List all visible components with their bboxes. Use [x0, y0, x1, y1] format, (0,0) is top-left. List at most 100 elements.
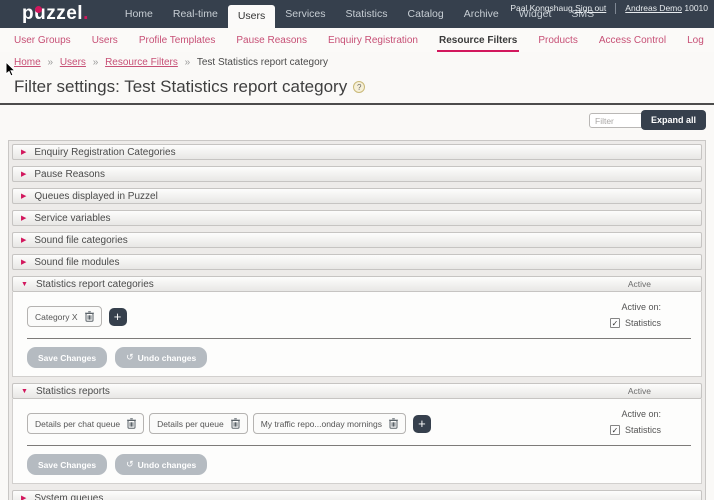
section-sound-file-categories: ▶ Sound file categories	[12, 232, 702, 248]
page-title: Filter settings: Test Statistics report …	[14, 77, 347, 97]
section-pause-reasons: ▶ Pause Reasons	[12, 166, 702, 182]
account-name-link[interactable]: Andreas Demo	[625, 3, 682, 13]
subnav-item-enquiry-registration[interactable]: Enquiry Registration	[328, 35, 418, 46]
section-header[interactable]: ▶ Sound file modules	[12, 254, 702, 270]
app-window: puzzel. Home Real-time Users Services St…	[0, 0, 714, 500]
title-row: Filter settings: Test Statistics report …	[14, 77, 714, 97]
statistics-checkbox[interactable]: ✓	[610, 425, 620, 435]
breadcrumb-link-users[interactable]: Users	[60, 57, 86, 68]
undo-changes-label: Undo changes	[138, 353, 197, 363]
collapsed-triangle-icon: ▶	[21, 215, 26, 222]
statistics-checkbox-row[interactable]: ✓ Statistics	[610, 318, 661, 328]
collapsed-triangle-icon: ▶	[21, 259, 26, 266]
subnav-item-profile-templates[interactable]: Profile Templates	[139, 35, 216, 46]
section-statistics-reports: ▼ Statistics reports Active Details per …	[12, 383, 702, 484]
active-on-label: Active on:	[610, 409, 661, 419]
report-list: Details per chat queue Details per queue…	[19, 405, 431, 438]
collapsed-triangle-icon: ▶	[21, 193, 26, 200]
section-statistics-report-categories: ▼ Statistics report categories Active Ca…	[12, 276, 702, 377]
active-on-panel: Active on: ✓ Statistics	[610, 298, 661, 328]
statistics-checkbox[interactable]: ✓	[610, 318, 620, 328]
section-header[interactable]: ▶ Pause Reasons	[12, 166, 702, 182]
report-item-label: Details per queue	[157, 419, 224, 429]
statistics-checkbox-row[interactable]: ✓ Statistics	[610, 425, 661, 435]
breadcrumb-link-resource-filters[interactable]: Resource Filters	[105, 57, 178, 68]
section-divider	[27, 445, 691, 446]
section-sound-file-modules: ▶ Sound file modules	[12, 254, 702, 270]
report-item[interactable]: Details per queue	[149, 413, 248, 434]
section-title: Statistics reports	[36, 386, 110, 397]
subnav-item-pause-reasons[interactable]: Pause Reasons	[236, 35, 307, 46]
subnav-item-log[interactable]: Log	[687, 35, 704, 46]
breadcrumb-separator: »	[47, 57, 53, 68]
section-title: Enquiry Registration Categories	[34, 147, 175, 158]
nav-item-archive[interactable]: Archive	[454, 0, 509, 28]
help-icon[interactable]: ?	[353, 81, 365, 93]
section-queues-displayed-in-puzzel: ▶ Queues displayed in Puzzel	[12, 188, 702, 204]
breadcrumb-separator: »	[93, 57, 99, 68]
save-changes-button[interactable]: Save Changes	[27, 347, 107, 368]
section-title: Queues displayed in Puzzel	[34, 191, 157, 202]
section-title: Sound file categories	[34, 235, 127, 246]
statistics-checkbox-label: Statistics	[625, 425, 661, 435]
active-on-panel: Active on: ✓ Statistics	[610, 405, 661, 435]
trash-icon[interactable]	[127, 418, 136, 429]
section-title: Sound file modules	[34, 257, 119, 268]
undo-changes-button[interactable]: ↺ Undo changes	[115, 347, 207, 368]
undo-icon: ↺	[126, 352, 134, 363]
user-info: Paal Kongshaug Sign out	[510, 3, 606, 14]
nav-item-statistics[interactable]: Statistics	[336, 0, 398, 28]
trash-icon[interactable]	[231, 418, 240, 429]
account-info: Andreas Demo 10010	[625, 3, 708, 14]
undo-changes-button[interactable]: ↺ Undo changes	[115, 454, 207, 475]
collapsed-triangle-icon: ▶	[21, 149, 26, 156]
section-header[interactable]: ▼ Statistics report categories Active	[12, 276, 702, 292]
breadcrumb-link-home[interactable]: Home	[14, 57, 41, 68]
save-changes-button[interactable]: Save Changes	[27, 454, 107, 475]
report-item-label: My traffic repo...onday mornings	[261, 419, 382, 429]
collapsed-triangle-icon: ▶	[21, 237, 26, 244]
trash-icon[interactable]	[389, 418, 398, 429]
logo-rest: zzel	[46, 3, 83, 24]
subnav-item-products[interactable]: Products	[538, 35, 577, 46]
user-name: Paal Kongshaug	[510, 3, 572, 13]
breadcrumb: Home » Users » Resource Filters » Test S…	[0, 52, 714, 68]
section-title: System queues	[34, 493, 103, 500]
filter-input[interactable]	[589, 113, 644, 128]
report-item[interactable]: Details per chat queue	[27, 413, 144, 434]
nav-item-catalog[interactable]: Catalog	[398, 0, 454, 28]
report-item[interactable]: My traffic repo...onday mornings	[253, 413, 406, 434]
active-on-label: Active on:	[610, 302, 661, 312]
section-title: Service variables	[34, 213, 110, 224]
section-service-variables: ▶ Service variables	[12, 210, 702, 226]
breadcrumb-current: Test Statistics report category	[197, 57, 328, 68]
undo-icon: ↺	[126, 459, 134, 470]
subnav-item-resource-filters[interactable]: Resource Filters	[439, 35, 517, 46]
subnav-item-access-control[interactable]: Access Control	[599, 35, 666, 46]
add-report-button[interactable]: +	[413, 415, 431, 433]
puzzel-logo[interactable]: puzzel.	[0, 0, 89, 28]
section-header[interactable]: ▶ Queues displayed in Puzzel	[12, 188, 702, 204]
expand-all-button[interactable]: Expand all	[641, 110, 706, 130]
nav-item-home[interactable]: Home	[115, 0, 163, 28]
subnav-item-users[interactable]: Users	[92, 35, 118, 46]
nav-item-users[interactable]: Users	[228, 5, 275, 28]
section-header[interactable]: ▶ Sound file categories	[12, 232, 702, 248]
section-header[interactable]: ▶ Service variables	[12, 210, 702, 226]
section-system-queues: ▶ System queues	[12, 490, 702, 500]
sign-out-link[interactable]: Sign out	[575, 3, 606, 13]
nav-item-services[interactable]: Services	[275, 0, 335, 28]
nav-item-real-time[interactable]: Real-time	[163, 0, 228, 28]
trash-icon[interactable]	[85, 311, 94, 322]
subnav-item-user-groups[interactable]: User Groups	[14, 35, 71, 46]
collapsed-triangle-icon: ▶	[21, 495, 26, 500]
section-header[interactable]: ▶ System queues	[12, 490, 702, 500]
title-divider	[0, 103, 714, 105]
add-category-button[interactable]: +	[109, 308, 127, 326]
expanded-triangle-icon: ▼	[21, 388, 28, 395]
section-enquiry-registration-categories: ▶ Enquiry Registration Categories	[12, 144, 702, 160]
category-item[interactable]: Category X	[27, 306, 102, 327]
active-column-label: Active	[628, 386, 651, 396]
section-header[interactable]: ▼ Statistics reports Active	[12, 383, 702, 399]
section-header[interactable]: ▶ Enquiry Registration Categories	[12, 144, 702, 160]
